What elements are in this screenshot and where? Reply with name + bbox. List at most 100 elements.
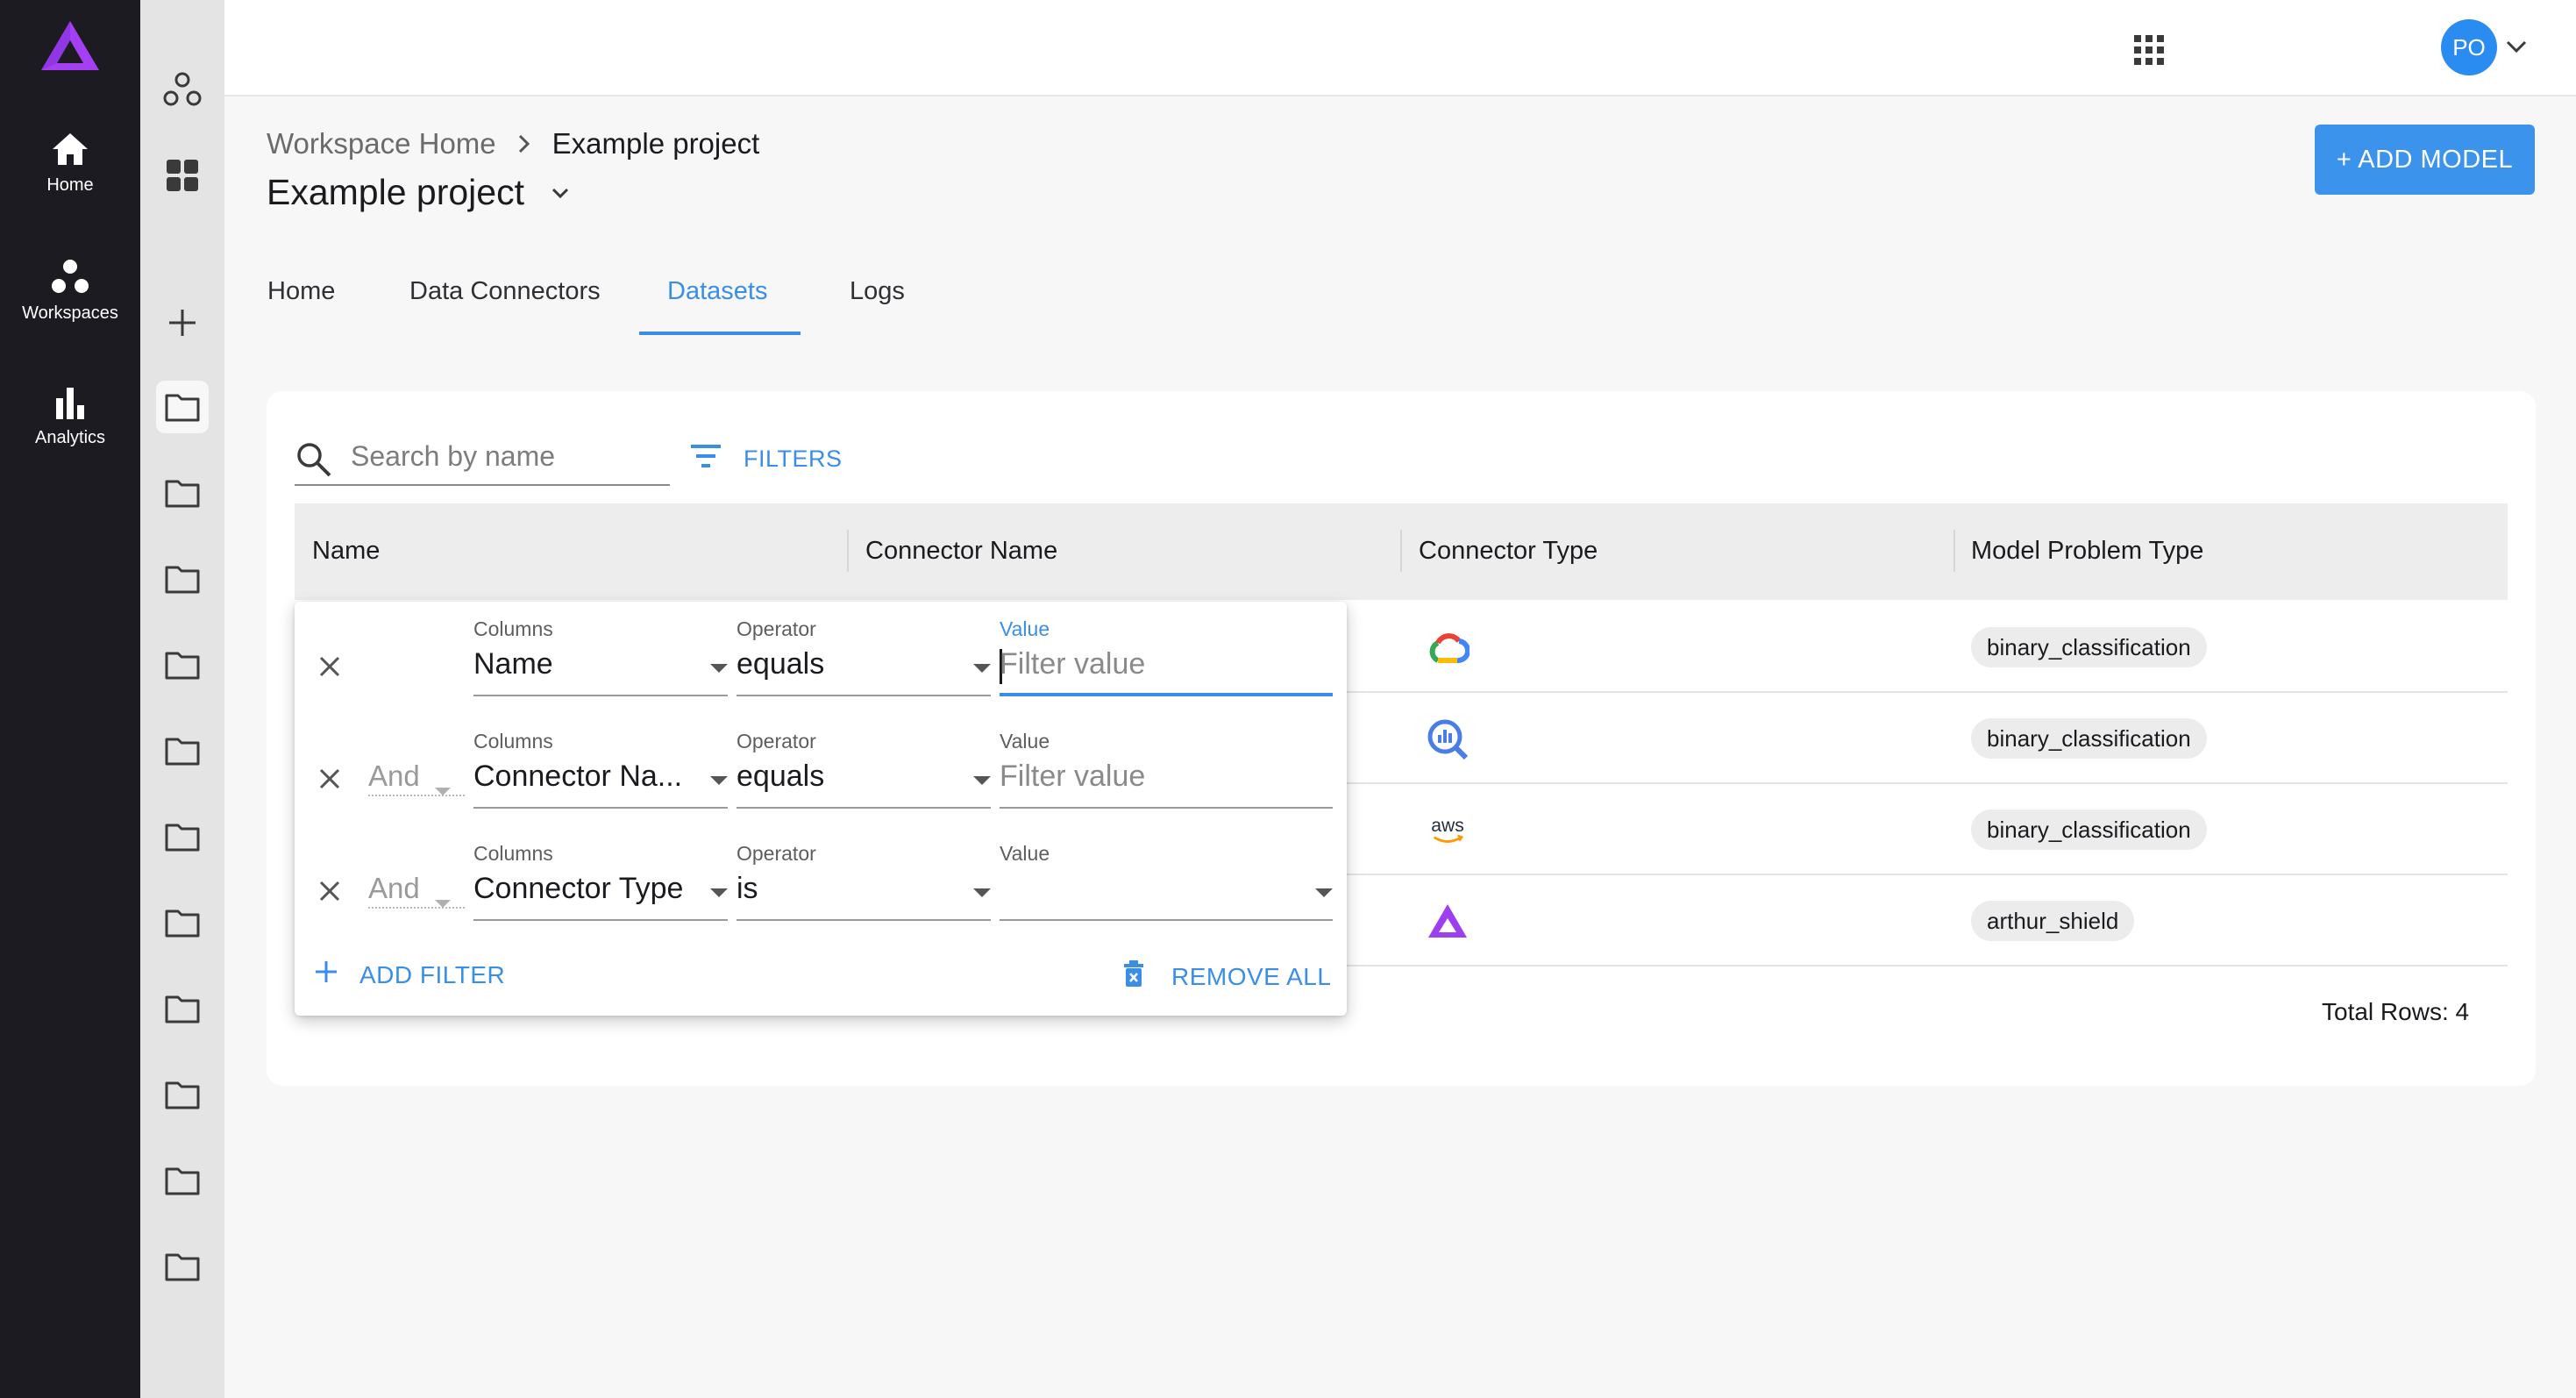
remove-all-button[interactable]: REMOVE ALL (1122, 959, 1331, 994)
home-icon (0, 132, 140, 167)
dropdown-arrow-icon (973, 663, 991, 679)
filter-operator-select[interactable]: Operator equals (737, 602, 991, 696)
folder-icon[interactable] (156, 1154, 209, 1207)
dropdown-arrow-icon (435, 770, 451, 803)
chevron-down-icon[interactable] (2503, 33, 2530, 64)
logic-operator-value: And (368, 872, 420, 904)
folder-icon[interactable] (156, 381, 209, 433)
nav-label-analytics: Analytics (34, 428, 106, 447)
column-separator[interactable] (1400, 530, 1402, 572)
filter-operator-select[interactable]: Operator is (737, 826, 991, 921)
value-placeholder: Filter value (1000, 760, 1146, 793)
dropdown-arrow-icon (435, 882, 451, 916)
folder-icon[interactable] (156, 553, 209, 605)
user-avatar[interactable]: PO (2441, 19, 2497, 75)
filter-panel: Columns Name Operator equals Value Filte… (295, 602, 1347, 1016)
filter-value-input[interactable]: Value Filter value (1000, 602, 1333, 696)
filter-list-icon (689, 443, 722, 475)
column-separator[interactable] (847, 530, 849, 572)
column-header-model-problem-type[interactable]: Model Problem Type (1971, 537, 2203, 566)
top-bar (224, 0, 2576, 96)
page-title: Example project (267, 172, 524, 212)
folder-icon[interactable] (156, 467, 209, 519)
logic-operator-select[interactable]: And (368, 868, 465, 909)
tab-logs[interactable]: Logs (850, 277, 905, 306)
filters-button[interactable]: FILTERS (689, 443, 843, 475)
tab-home[interactable]: Home (267, 277, 335, 306)
field-underline (737, 807, 991, 809)
filter-value-input[interactable]: Value Filter value (1000, 714, 1333, 809)
column-value: Name (473, 647, 553, 681)
tab-datasets[interactable]: Datasets (667, 277, 767, 306)
add-filter-label: ADD FILTER (359, 960, 506, 988)
column-value: Connector Na... (473, 760, 683, 793)
nav-item-home[interactable]: Home (0, 132, 140, 196)
value-placeholder: Filter value (1000, 647, 1146, 681)
filter-column-select[interactable]: Columns Connector Type (473, 826, 728, 921)
search-input[interactable]: Search by name (295, 435, 670, 486)
value-caption: Value (1000, 617, 1050, 640)
field-underline (473, 695, 728, 696)
workspaces-icon (0, 258, 140, 295)
add-model-button[interactable]: + ADD MODEL (2315, 125, 2535, 195)
filter-operator-select[interactable]: Operator equals (737, 714, 991, 809)
arthur-logo-icon (1426, 900, 1469, 944)
folder-icon[interactable] (156, 982, 209, 1035)
filter-value-select[interactable]: Value (1000, 826, 1333, 921)
tab-data-connectors[interactable]: Data Connectors (409, 277, 601, 306)
column-header-name[interactable]: Name (312, 537, 380, 566)
bigquery-icon (1426, 717, 1469, 761)
folder-icon[interactable] (156, 896, 209, 949)
project-rail (140, 0, 224, 1398)
workspaces-outline-icon[interactable] (156, 63, 209, 116)
dropdown-arrow-icon (973, 888, 991, 903)
problem-type-chip: binary_classification (1971, 627, 2207, 667)
add-filter-button[interactable]: ADD FILTER (314, 959, 505, 990)
project-title[interactable]: Example project (267, 172, 572, 213)
operator-value: equals (737, 647, 825, 681)
close-icon[interactable] (317, 879, 342, 908)
problem-type-chip: binary_classification (1971, 718, 2207, 759)
nav-item-workspaces[interactable]: Workspaces (0, 258, 140, 324)
column-caption: Columns (473, 730, 553, 752)
dashboard-icon[interactable] (156, 149, 209, 202)
search-icon (295, 440, 333, 483)
folder-icon[interactable] (156, 724, 209, 777)
logic-operator-select[interactable]: And (368, 756, 465, 796)
column-header-connector-name[interactable]: Connector Name (865, 537, 1057, 566)
active-tab-indicator (639, 332, 801, 335)
column-separator[interactable] (1953, 530, 1955, 572)
folder-icon[interactable] (156, 1068, 209, 1121)
breadcrumb-workspace-home[interactable]: Workspace Home (267, 127, 496, 160)
nav-label-workspaces: Workspaces (22, 303, 118, 323)
filter-column-select[interactable]: Columns Name (473, 602, 728, 696)
operator-caption: Operator (737, 730, 816, 752)
google-cloud-icon (1426, 626, 1469, 670)
plus-icon (314, 959, 338, 990)
dropdown-arrow-icon (1315, 888, 1333, 903)
folder-icon[interactable] (156, 1240, 209, 1293)
filter-column-select[interactable]: Columns Connector Na... (473, 714, 728, 809)
analytics-icon (0, 386, 140, 419)
operator-caption: Operator (737, 842, 816, 865)
filters-label: FILTERS (744, 446, 843, 472)
main-nav: Home Workspaces Analytics (0, 0, 140, 1398)
column-header-connector-type[interactable]: Connector Type (1419, 537, 1598, 566)
operator-caption: Operator (737, 617, 816, 640)
apps-grid-icon[interactable] (2132, 33, 2166, 67)
value-caption: Value (1000, 730, 1050, 752)
close-icon[interactable] (317, 654, 342, 683)
arthur-logo-icon[interactable] (38, 18, 103, 75)
aws-icon: aws (1426, 809, 1469, 852)
field-underline (1000, 919, 1333, 921)
chevron-down-icon[interactable] (549, 182, 572, 204)
field-underline (473, 807, 728, 809)
dropdown-arrow-icon (710, 663, 728, 679)
close-icon[interactable] (317, 767, 342, 795)
operator-value: equals (737, 760, 825, 793)
breadcrumb: Workspace Home Example project (267, 127, 759, 160)
add-project-icon[interactable] (156, 296, 209, 349)
nav-item-analytics[interactable]: Analytics (0, 386, 140, 448)
folder-icon[interactable] (156, 638, 209, 691)
folder-icon[interactable] (156, 810, 209, 863)
